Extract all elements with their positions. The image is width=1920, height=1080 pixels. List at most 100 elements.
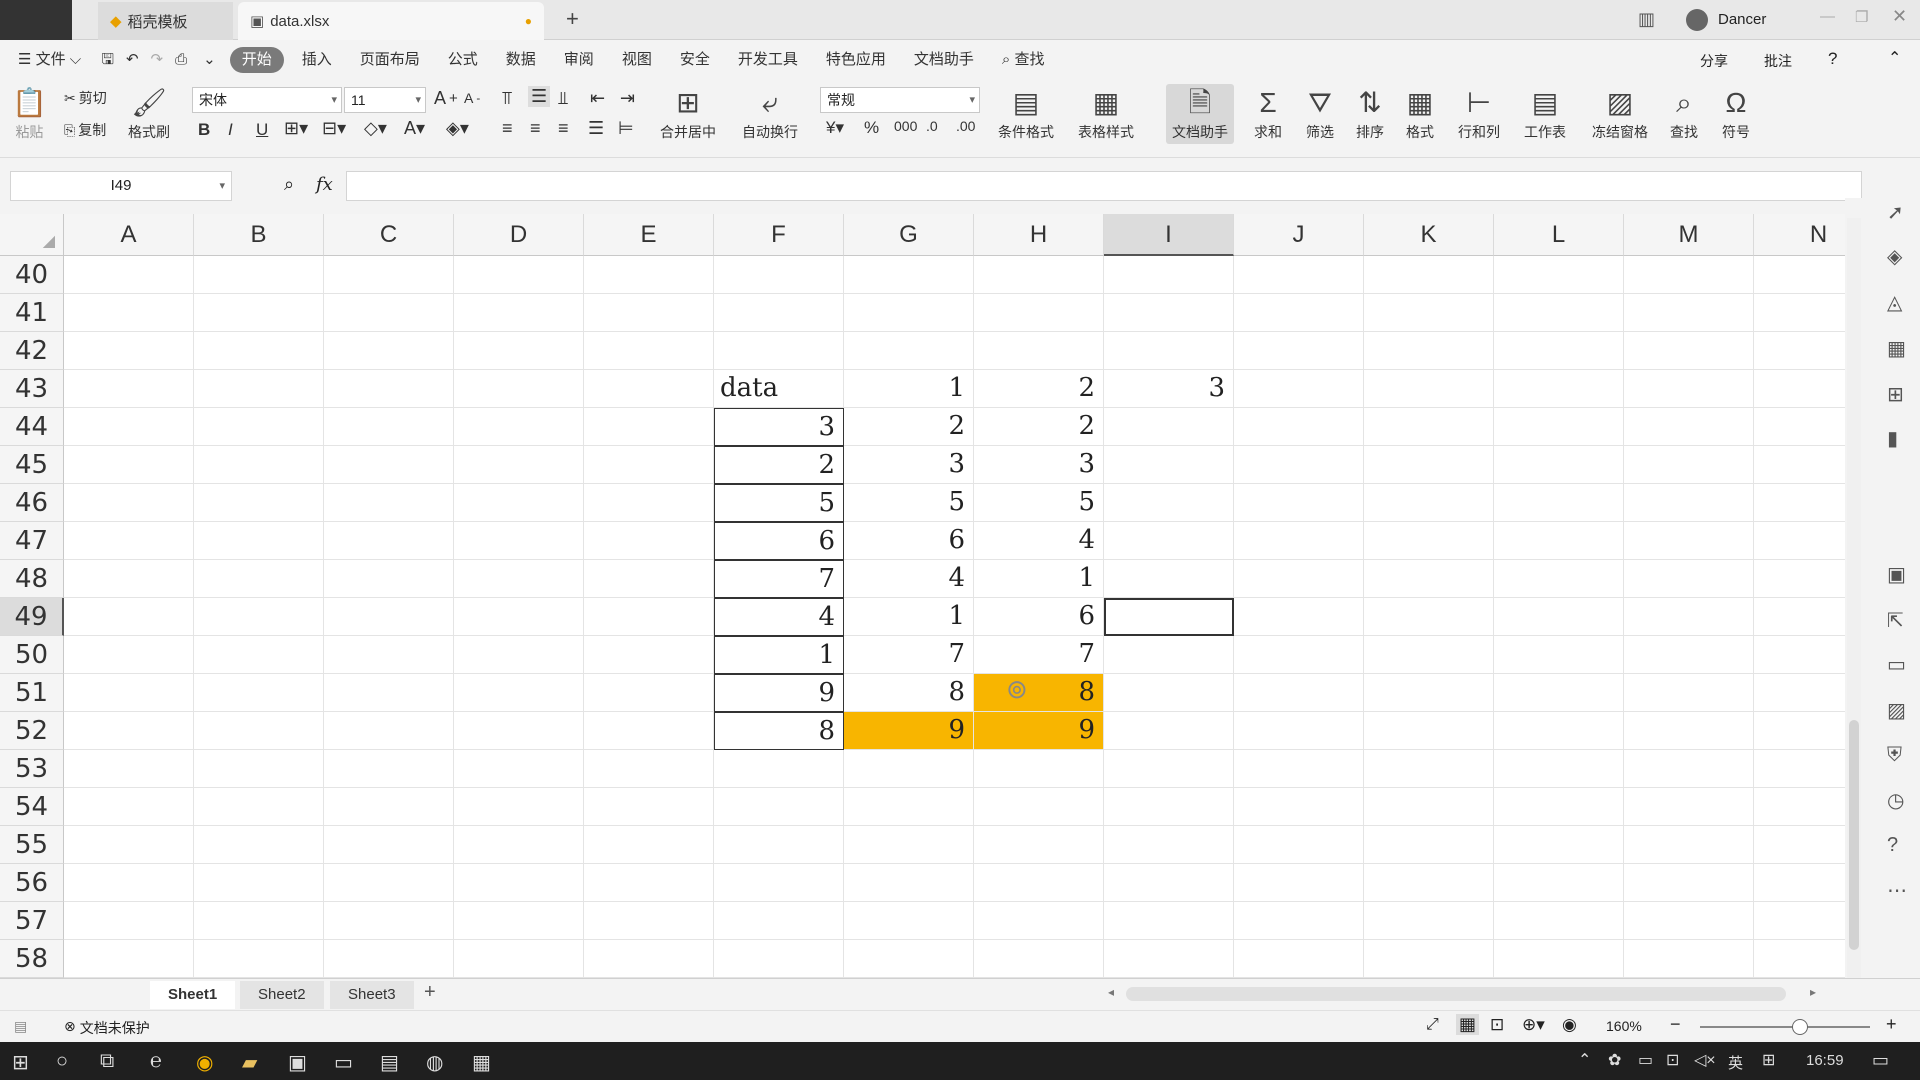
cell-j40[interactable] [1234, 256, 1364, 294]
cell-m54[interactable] [1624, 788, 1754, 826]
cell-d41[interactable] [454, 294, 584, 332]
cell-e42[interactable] [584, 332, 714, 370]
cell-i43[interactable]: 3 [1104, 370, 1234, 408]
cell-m56[interactable] [1624, 864, 1754, 902]
cell-l49[interactable] [1494, 598, 1624, 636]
column-header-m[interactable]: M [1624, 214, 1754, 256]
zoom-slider-knob[interactable] [1792, 1019, 1808, 1035]
cell-g52[interactable]: 9 [844, 712, 974, 750]
menu-view[interactable]: 视图 [608, 40, 666, 80]
user-name[interactable]: Dancer [1718, 11, 1766, 28]
cell-i52[interactable] [1104, 712, 1234, 750]
cell-k47[interactable] [1364, 522, 1494, 560]
row-header-52[interactable]: 52 [0, 712, 64, 750]
cell-j52[interactable] [1234, 712, 1364, 750]
cell-n55[interactable] [1754, 826, 1845, 864]
cell-d52[interactable] [454, 712, 584, 750]
fill-icon[interactable]: ◬ [1887, 290, 1902, 315]
cell-b55[interactable] [194, 826, 324, 864]
cell-h47[interactable]: 4 [974, 522, 1104, 560]
cell-m52[interactable] [1624, 712, 1754, 750]
cell-h55[interactable] [974, 826, 1104, 864]
cell-b56[interactable] [194, 864, 324, 902]
row-header-41[interactable]: 41 [0, 294, 64, 332]
cell-b49[interactable] [194, 598, 324, 636]
more-icon[interactable]: ⋯ [1887, 878, 1907, 903]
cell-e56[interactable] [584, 864, 714, 902]
cell-l45[interactable] [1494, 446, 1624, 484]
cell-h45[interactable]: 3 [974, 446, 1104, 484]
cell-b40[interactable] [194, 256, 324, 294]
shrink-font-icon[interactable]: A- [464, 90, 480, 106]
align-left-icon[interactable]: ≡ [502, 118, 513, 139]
cell-k43[interactable] [1364, 370, 1494, 408]
table-style-button[interactable]: ▦ 表格样式 [1078, 86, 1134, 142]
cell-i41[interactable] [1104, 294, 1234, 332]
cell-d55[interactable] [454, 826, 584, 864]
cell-c55[interactable] [324, 826, 454, 864]
cell-i50[interactable] [1104, 636, 1234, 674]
cell-e57[interactable] [584, 902, 714, 940]
sheet-tab-1[interactable]: Sheet1 [150, 981, 236, 1009]
italic-button[interactable]: I [228, 120, 233, 140]
cell-e52[interactable] [584, 712, 714, 750]
task-view-icon[interactable]: ⧉ [100, 1050, 114, 1073]
name-box[interactable]: I49 [10, 171, 232, 201]
cell-d58[interactable] [454, 940, 584, 978]
cell-c58[interactable] [324, 940, 454, 978]
history-icon[interactable]: ◷ [1887, 788, 1904, 813]
cell-c45[interactable] [324, 446, 454, 484]
cell-m58[interactable] [1624, 940, 1754, 978]
cell-c53[interactable] [324, 750, 454, 788]
cell-h40[interactable] [974, 256, 1104, 294]
cell-l44[interactable] [1494, 408, 1624, 446]
cell-a58[interactable] [64, 940, 194, 978]
cell-k55[interactable] [1364, 826, 1494, 864]
cell-d50[interactable] [454, 636, 584, 674]
zoom-formula-icon[interactable]: ⌕ [284, 174, 294, 195]
app-menu-corner[interactable] [0, 0, 72, 40]
h-scrollbar[interactable] [1126, 987, 1786, 1001]
cell-j45[interactable] [1234, 446, 1364, 484]
cell-m49[interactable] [1624, 598, 1754, 636]
cell-k50[interactable] [1364, 636, 1494, 674]
cell-a41[interactable] [64, 294, 194, 332]
cell-a45[interactable] [64, 446, 194, 484]
cell-n58[interactable] [1754, 940, 1845, 978]
quick-redo-icon[interactable]: ↷ [145, 40, 170, 80]
cell-c52[interactable] [324, 712, 454, 750]
merge-icon[interactable]: ⊟▾ [322, 118, 346, 139]
cell-h52[interactable]: 9 [974, 712, 1104, 750]
menu-review[interactable]: 审阅 [550, 40, 608, 80]
menu-insert[interactable]: 插入 [288, 40, 346, 80]
pointer-icon[interactable]: ➚ [1887, 200, 1904, 225]
row-header-55[interactable]: 55 [0, 826, 64, 864]
cell-m40[interactable] [1624, 256, 1754, 294]
cell-i46[interactable] [1104, 484, 1234, 522]
cell-e43[interactable] [584, 370, 714, 408]
cell-h56[interactable] [974, 864, 1104, 902]
folder-icon[interactable]: ▰ [242, 1050, 257, 1075]
new-tab-button[interactable]: + [566, 6, 579, 32]
cell-j57[interactable] [1234, 902, 1364, 940]
normal-view-icon[interactable]: ▦ [1456, 1014, 1480, 1035]
cell-k40[interactable] [1364, 256, 1494, 294]
cell-n50[interactable] [1754, 636, 1845, 674]
menu-data[interactable]: 数据 [492, 40, 550, 80]
cell-b41[interactable] [194, 294, 324, 332]
cell-c48[interactable] [324, 560, 454, 598]
border-icon[interactable]: ⊞▾ [284, 118, 308, 139]
cell-g51[interactable]: 8 [844, 674, 974, 712]
cell-e46[interactable] [584, 484, 714, 522]
increase-decimal-icon[interactable]: .0 [926, 118, 938, 134]
cell-i42[interactable] [1104, 332, 1234, 370]
menu-page-layout[interactable]: 页面布局 [346, 40, 434, 80]
cell-k48[interactable] [1364, 560, 1494, 598]
cell-a47[interactable] [64, 522, 194, 560]
cell-h49[interactable]: 6 [974, 598, 1104, 636]
cell-a40[interactable] [64, 256, 194, 294]
copy-button[interactable]: ⎘ 复制 [64, 120, 106, 140]
collapse-ribbon-icon[interactable]: ⌃ [1888, 48, 1901, 68]
cell-g54[interactable] [844, 788, 974, 826]
cell-j51[interactable] [1234, 674, 1364, 712]
